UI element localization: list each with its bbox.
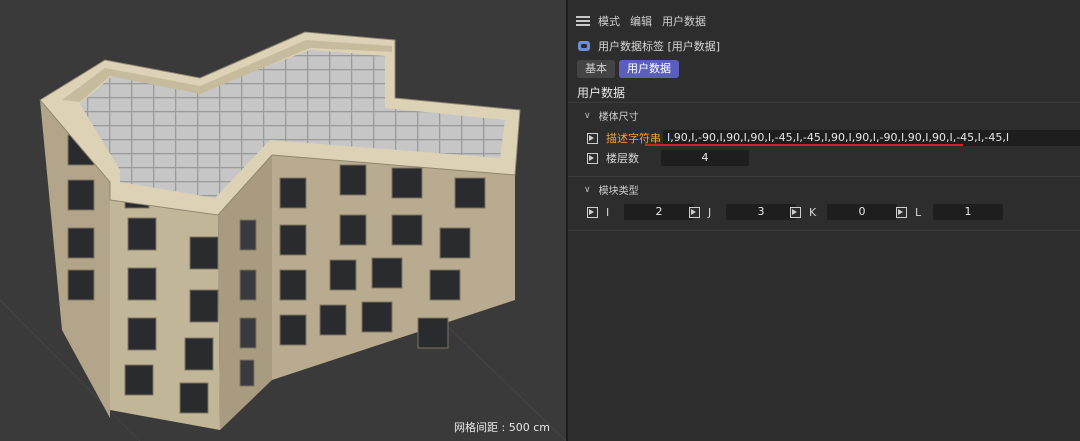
keyframe-icon[interactable] xyxy=(790,206,801,218)
module-l-input[interactable]: 1 xyxy=(933,204,1003,220)
module-i-input[interactable]: 2 xyxy=(624,204,694,220)
section-title: 用户数据 xyxy=(577,86,626,100)
module-j-row: J 3 xyxy=(689,204,796,220)
group-module-type-title: 模块类型 xyxy=(598,186,639,197)
floors-label: 楼层数 xyxy=(606,152,639,165)
keyframe-icon[interactable] xyxy=(587,152,598,164)
panel-menubar: 模式 编辑 用户数据 xyxy=(568,10,1080,32)
user-data-tag-icon xyxy=(578,41,590,51)
tab-basic[interactable]: 基本 xyxy=(577,60,615,78)
tab-user-data[interactable]: 用户数据 xyxy=(619,60,679,78)
chevron-down-icon: ∨ xyxy=(584,184,591,195)
tab-bar: 基本 用户数据 xyxy=(577,60,679,78)
module-l-label: L xyxy=(915,205,922,219)
module-i-label: I xyxy=(606,205,610,219)
floors-row: 楼层数 4 xyxy=(587,150,749,166)
module-i-row: I 2 xyxy=(587,204,694,220)
menu-user-data[interactable]: 用户数据 xyxy=(662,13,706,29)
chevron-down-icon: ∨ xyxy=(584,110,591,121)
module-k-row: K 0 xyxy=(790,204,897,220)
attribute-panel: 模式 编辑 用户数据 用户数据标签 [用户数据] 基本 用户数据 用户数据 ∨ … xyxy=(568,0,1080,441)
menu-mode[interactable]: 模式 xyxy=(598,13,620,29)
divider xyxy=(568,176,1080,177)
viewport[interactable]: 网格间距 : 500 cm xyxy=(0,0,566,441)
module-l-row: L 1 xyxy=(896,204,1003,220)
keyframe-icon[interactable] xyxy=(689,206,700,218)
annotation-underline xyxy=(645,144,963,146)
module-k-input[interactable]: 0 xyxy=(827,204,897,220)
module-j-label: J xyxy=(708,205,712,219)
keyframe-icon[interactable] xyxy=(587,206,598,218)
keyframe-icon[interactable] xyxy=(896,206,907,218)
tag-title: 用户数据标签 [用户数据] xyxy=(598,40,721,53)
divider xyxy=(568,230,1080,231)
menu-edit[interactable]: 编辑 xyxy=(630,13,652,29)
group-module-type[interactable]: ∨ 模块类型 xyxy=(584,182,639,198)
keyframe-icon[interactable] xyxy=(587,132,598,144)
module-j-input[interactable]: 3 xyxy=(726,204,796,220)
tag-header: 用户数据标签 [用户数据] xyxy=(578,38,720,54)
module-k-label: K xyxy=(809,205,817,219)
divider xyxy=(568,102,1080,103)
grid-spacing-readout: 网格间距 : 500 cm xyxy=(454,421,550,434)
building-render xyxy=(0,31,566,441)
group-building-size[interactable]: ∨ 楼体尺寸 xyxy=(584,108,639,124)
hamburger-menu-icon[interactable] xyxy=(576,16,590,26)
floors-input[interactable]: 4 xyxy=(661,150,749,166)
group-building-size-title: 楼体尺寸 xyxy=(598,112,639,123)
